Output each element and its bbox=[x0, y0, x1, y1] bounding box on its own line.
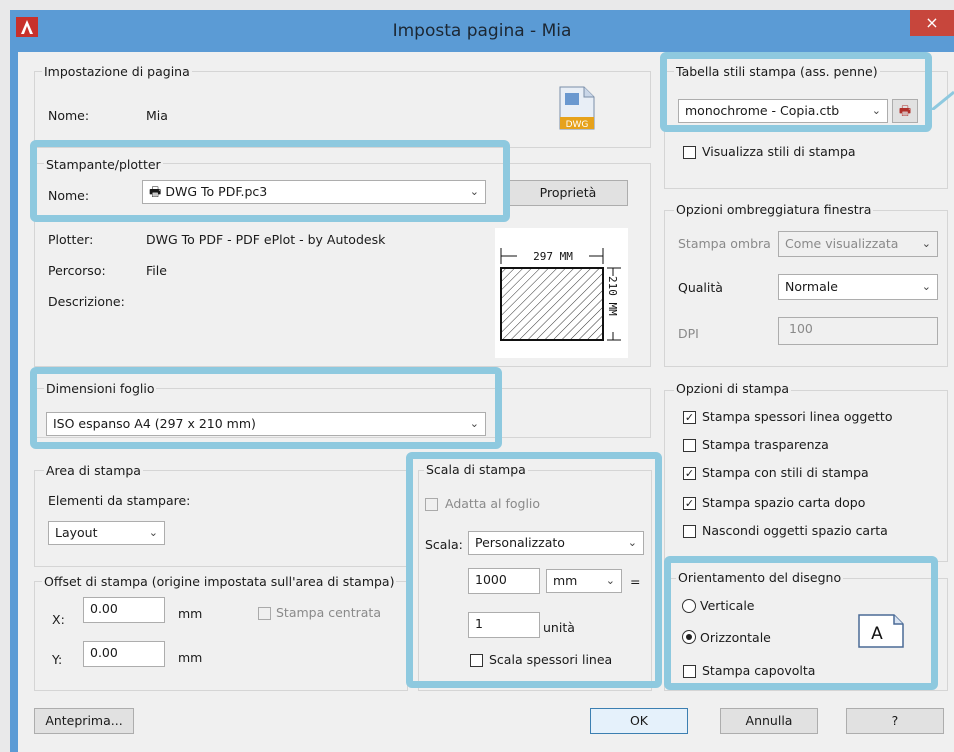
offset-x-unit: mm bbox=[178, 606, 203, 621]
preview-button[interactable]: Anteprima... bbox=[34, 708, 134, 734]
page-setup-group-label: Impostazione di pagina bbox=[42, 64, 192, 79]
what-to-plot-value: Layout bbox=[55, 525, 98, 540]
plot-option-checkbox[interactable] bbox=[683, 525, 696, 538]
plot-option-checkbox[interactable]: ✓ bbox=[683, 411, 696, 424]
shade-plot-select[interactable]: Come visualizzata ⌄ bbox=[778, 231, 938, 257]
offset-y-input[interactable]: 0.00 bbox=[83, 641, 165, 667]
chevron-down-icon: ⌄ bbox=[921, 237, 931, 250]
center-plot-label: Stampa centrata bbox=[276, 605, 381, 620]
display-plot-styles-checkbox[interactable] bbox=[683, 146, 696, 159]
plot-options-group-label: Opzioni di stampa bbox=[674, 381, 792, 396]
plot-option-checkbox[interactable]: ✓ bbox=[683, 467, 696, 480]
help-button[interactable]: ? bbox=[846, 708, 944, 734]
plotter-label: Plotter: bbox=[48, 232, 94, 247]
plot-option-label: Stampa spazio carta dopo bbox=[702, 495, 866, 510]
shade-plot-label: Stampa ombra bbox=[678, 236, 771, 251]
dpi-label: DPI bbox=[678, 326, 699, 341]
description-label: Descrizione: bbox=[48, 294, 125, 309]
plot-option-checkbox[interactable]: ✓ bbox=[683, 497, 696, 510]
quality-value: Normale bbox=[785, 279, 838, 294]
path-value: File bbox=[146, 263, 167, 278]
highlight-plotter bbox=[30, 140, 510, 222]
offset-y-unit: mm bbox=[178, 650, 203, 665]
offset-x-input[interactable]: 0.00 bbox=[83, 597, 165, 623]
plot-option-label: Stampa con stili di stampa bbox=[702, 465, 869, 480]
plot-area-group bbox=[34, 470, 408, 567]
ok-button[interactable]: OK bbox=[590, 708, 688, 734]
highlight-orientation bbox=[664, 556, 938, 690]
plot-option-checkbox[interactable] bbox=[683, 439, 696, 452]
what-to-plot-label: Elementi da stampare: bbox=[48, 493, 191, 508]
what-to-plot-select[interactable]: Layout ⌄ bbox=[48, 521, 165, 545]
dwg-file-icon: DWG bbox=[556, 85, 598, 131]
highlight-plot-style bbox=[660, 52, 932, 132]
chevron-down-icon: ⌄ bbox=[148, 526, 158, 539]
dwg-icon-label: DWG bbox=[566, 120, 589, 130]
properties-button[interactable]: Proprietà bbox=[508, 180, 628, 206]
highlight-paper-size bbox=[30, 367, 502, 449]
highlight-plot-scale bbox=[406, 452, 662, 688]
offset-x-label: X: bbox=[52, 612, 65, 627]
dialog-title: Imposta pagina - Mia bbox=[392, 21, 572, 41]
dpi-input[interactable]: 100 bbox=[778, 317, 938, 345]
plot-option-label: Nascondi oggetti spazio carta bbox=[702, 523, 888, 538]
annotation-arrow-line bbox=[931, 90, 954, 112]
quality-label: Qualità bbox=[678, 280, 723, 295]
plot-area-group-label: Area di stampa bbox=[44, 463, 143, 478]
page-setup-name-label: Nome: bbox=[48, 108, 90, 123]
display-plot-styles-label: Visualizza stili di stampa bbox=[702, 144, 856, 159]
offset-y-label: Y: bbox=[52, 652, 63, 667]
page-setup-name-value: Mia bbox=[146, 108, 168, 123]
path-label: Percorso: bbox=[48, 263, 106, 278]
plotter-value: DWG To PDF - PDF ePlot - by Autodesk bbox=[146, 232, 386, 247]
plot-option-label: Stampa spessori linea oggetto bbox=[702, 409, 893, 424]
paper-preview: 297 MM 210 MM bbox=[495, 228, 628, 358]
preview-width-label: 297 MM bbox=[533, 250, 573, 263]
center-plot-checkbox[interactable] bbox=[258, 607, 271, 620]
shaded-viewport-group-label: Opzioni ombreggiatura finestra bbox=[674, 202, 874, 217]
quality-select[interactable]: Normale ⌄ bbox=[778, 274, 938, 300]
plot-offset-group-label: Offset di stampa (origine impostata sull… bbox=[42, 574, 397, 589]
cancel-button[interactable]: Annulla bbox=[720, 708, 818, 734]
chevron-down-icon: ⌄ bbox=[921, 280, 931, 293]
close-button[interactable]: × bbox=[910, 10, 954, 36]
plot-option-label: Stampa trasparenza bbox=[702, 437, 829, 452]
shade-plot-value: Come visualizzata bbox=[785, 236, 899, 251]
preview-height-label: 210 MM bbox=[606, 276, 619, 316]
